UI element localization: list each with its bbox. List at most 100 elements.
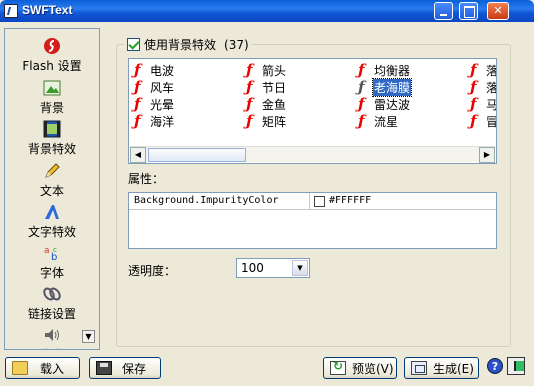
flash-effect-icon: [469, 95, 481, 113]
use-background-effects-toggle[interactable]: 使用背景特效 (37): [124, 36, 252, 53]
list-item[interactable]: 海洋: [133, 112, 175, 130]
properties-label: 属性：: [128, 172, 165, 186]
opacity-value: 100: [241, 261, 264, 275]
generate-button[interactable]: 生成(E): [404, 357, 479, 379]
flash-effect-icon: [133, 95, 145, 113]
background-icon: [43, 80, 61, 96]
sidebar-item-label: 背景: [39, 101, 64, 115]
list-item[interactable]: 马: [469, 95, 496, 113]
preview-button[interactable]: 预览(V): [323, 357, 397, 379]
font-icon: abc: [44, 246, 57, 262]
link-icon: [43, 287, 61, 301]
property-divider: [309, 193, 310, 210]
flash-effect-icon: [357, 112, 369, 130]
sidebar-scroll-down-button[interactable]: ▼: [82, 330, 95, 343]
list-item[interactable]: 风车: [133, 78, 175, 96]
background-effects-icon: [43, 120, 61, 138]
minimize-button[interactable]: [434, 2, 453, 20]
window-title: SWFText: [22, 3, 73, 17]
title-bar: SWFText: [0, 0, 534, 22]
scroll-right-button[interactable]: ▶: [479, 147, 495, 163]
flash-effect-icon: [245, 112, 257, 130]
flash-effect-icon: [133, 61, 145, 79]
chevron-down-icon[interactable]: ▼: [292, 260, 308, 276]
generate-button-label: 生成(E): [433, 361, 474, 376]
save-button[interactable]: 保存: [89, 357, 161, 379]
list-item-selected[interactable]: 老海膜: [357, 78, 413, 97]
sidebar-item-label: 背景特效: [27, 142, 76, 156]
opacity-label: 透明度：: [128, 264, 177, 278]
flash-effect-icon: [357, 61, 369, 79]
list-item[interactable]: 流星: [357, 112, 399, 130]
help-button[interactable]: ?: [487, 358, 503, 374]
opacity-select[interactable]: 100 ▼: [236, 258, 310, 278]
load-button[interactable]: 载入: [5, 357, 80, 379]
sidebar-item-link[interactable]: 链接设置: [5, 283, 99, 323]
generate-icon: [411, 361, 427, 375]
svg-text:c: c: [53, 246, 57, 254]
sidebar-item-label: 文本: [39, 184, 64, 198]
sidebar-item-font[interactable]: abc 字体: [5, 242, 99, 282]
save-button-label: 保存: [122, 361, 147, 376]
list-item[interactable]: 金鱼: [245, 95, 287, 113]
property-value[interactable]: #FFFFFF: [329, 195, 371, 206]
sidebar-item-label: 文字特效: [27, 225, 76, 239]
list-item[interactable]: 雷达波: [357, 95, 411, 113]
app-icon: [4, 4, 18, 18]
sidebar-item-label: Flash 设置: [22, 59, 82, 73]
property-row[interactable]: Background.ImpurityColor #FFFFFF: [129, 193, 496, 210]
color-swatch[interactable]: [314, 196, 325, 207]
property-name: Background.ImpurityColor: [134, 195, 279, 206]
scroll-thumb[interactable]: [148, 148, 246, 162]
bottom-toolbar: 载入 保存 预览(V) 生成(E): [0, 352, 534, 386]
use-background-effects-label: 使用背景特效: [144, 38, 217, 52]
sidebar-item-text[interactable]: 文本: [5, 160, 99, 200]
flash-effect-icon: [133, 78, 145, 96]
flash-effect-icon: [469, 112, 481, 130]
sidebar-item-text-effects[interactable]: 文字特效: [5, 201, 99, 241]
scroll-left-button[interactable]: ◀: [130, 147, 146, 163]
effects-horizontal-scrollbar[interactable]: ◀ ▶: [130, 146, 495, 163]
flash-effect-icon: [469, 78, 481, 96]
load-button-label: 载入: [40, 361, 65, 376]
refresh-icon: [330, 359, 346, 375]
use-background-effects-checkbox[interactable]: [127, 38, 140, 51]
list-item[interactable]: 落: [469, 78, 496, 96]
list-item[interactable]: 电波: [133, 61, 175, 79]
sidebar-item-background-effects[interactable]: 背景特效: [5, 118, 99, 158]
sidebar: Flash 设置 背景 背景特效 文本 文字特效 abc 字体 链接设置 ▼: [4, 28, 100, 350]
pencil-icon: [45, 163, 60, 178]
flash-effect-icon: [469, 61, 481, 79]
effects-list[interactable]: 电波 风车 光晕 海洋 箭头 节日 金鱼 矩阵 均衡器 老海膜 雷达波 流星 落…: [128, 58, 497, 164]
close-button[interactable]: [487, 2, 509, 20]
sidebar-item-flash-settings[interactable]: Flash 设置: [5, 35, 99, 75]
flash-effect-icon: [245, 61, 257, 79]
preview-button-label: 预览(V): [352, 361, 394, 376]
exit-icon[interactable]: [507, 357, 525, 375]
list-item[interactable]: 光晕: [133, 95, 175, 113]
effects-count: (37): [224, 37, 249, 52]
svg-text:a: a: [44, 246, 50, 256]
sidebar-item-background[interactable]: 背景: [5, 77, 99, 117]
list-item[interactable]: 节日: [245, 78, 287, 96]
flash-settings-icon: [44, 38, 60, 54]
flash-effect-icon: [357, 95, 369, 113]
text-effects-icon: [45, 205, 59, 219]
properties-grid[interactable]: Background.ImpurityColor #FFFFFF: [128, 192, 497, 249]
list-item[interactable]: 落: [469, 61, 496, 79]
flash-effect-icon: [245, 78, 257, 96]
list-item[interactable]: 冒: [469, 112, 496, 130]
list-item[interactable]: 均衡器: [357, 61, 411, 79]
sidebar-item-label: 字体: [39, 266, 64, 280]
sidebar-item-label: 声音: [5, 346, 99, 349]
sound-icon: [45, 329, 59, 341]
sidebar-item-label: 链接设置: [27, 307, 76, 321]
folder-icon: [12, 361, 28, 375]
maximize-button[interactable]: [459, 2, 478, 20]
list-item[interactable]: 箭头: [245, 61, 287, 79]
flash-effect-icon: [357, 78, 369, 96]
list-item[interactable]: 矩阵: [245, 112, 287, 130]
floppy-disk-icon: [96, 361, 112, 375]
flash-effect-icon: [133, 112, 145, 130]
help-icon: ?: [491, 360, 499, 373]
